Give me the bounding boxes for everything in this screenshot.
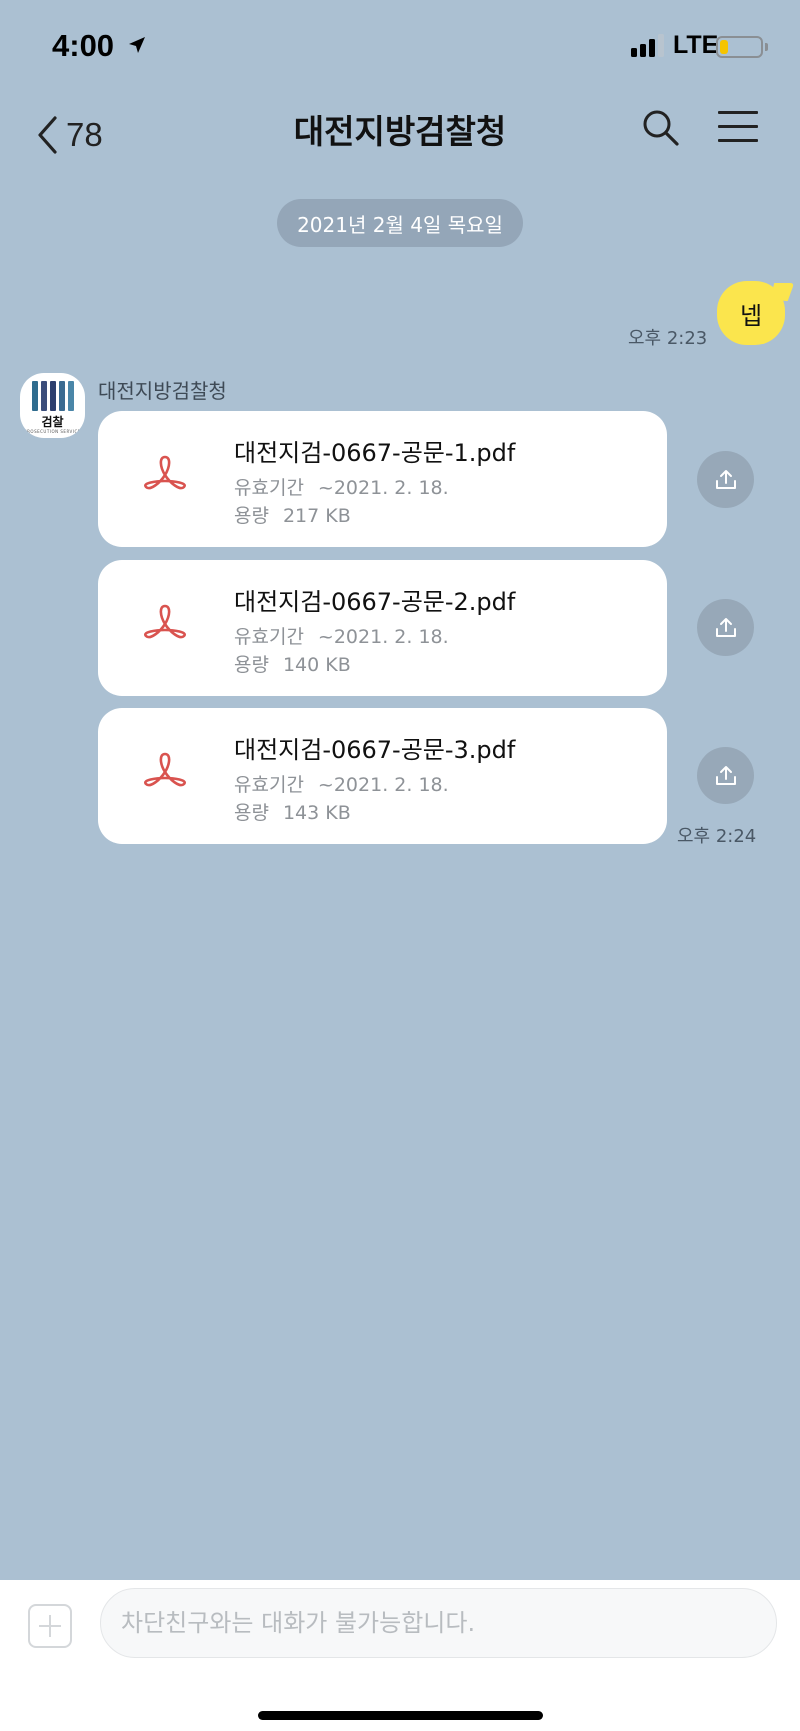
file-expiry: 유효기간 ~2021. 2. 18. — [234, 473, 449, 500]
avatar-logo-text: 검찰 — [41, 415, 64, 429]
message-text: 넵 — [739, 301, 763, 330]
share-icon — [715, 765, 736, 785]
file-size: 용량 217 KB — [234, 501, 351, 528]
size-value: 143 KB — [282, 802, 351, 824]
file-bubble[interactable]: 대전지검-0667-공문-2.pdf 유효기간 ~2021. 2. 18. 용량 1… — [98, 560, 667, 696]
logo-bar — [59, 381, 65, 411]
size-value: 217 KB — [282, 505, 351, 527]
search-icon[interactable] — [642, 109, 680, 147]
size-label: 용량 — [234, 654, 269, 676]
logo-bar — [68, 381, 74, 411]
file-bubble[interactable]: 대전지검-0667-공문-3.pdf 유효기간 ~2021. 2. 18. 용량 1… — [98, 708, 667, 844]
logo-bar — [32, 381, 38, 411]
file-size: 용량 140 KB — [234, 650, 351, 677]
message-time: 오후 2:24 — [677, 826, 757, 847]
message-time: 오후 2:23 — [628, 328, 708, 349]
plus-icon[interactable] — [28, 1604, 72, 1648]
home-indicator — [258, 1711, 543, 1720]
battery-icon — [716, 36, 763, 58]
message-input[interactable] — [100, 1588, 777, 1658]
chat-header: 78 대전지방검찰청 — [0, 95, 800, 175]
signal-icon — [631, 33, 667, 57]
file-name: 대전지검-0667-공문-1.pdf — [234, 439, 516, 467]
logo-bar — [50, 381, 56, 411]
share-button[interactable] — [697, 747, 754, 804]
logo-bar — [41, 381, 47, 411]
expiry-value: ~2021. 2. 18. — [317, 774, 449, 796]
expiry-value: ~2021. 2. 18. — [317, 477, 449, 499]
pdf-icon — [143, 604, 187, 639]
chat-title: 대전지방검찰청 — [293, 112, 507, 151]
status-bar: 4:00 LTE — [0, 0, 800, 95]
input-bar — [0, 1580, 800, 1731]
size-label: 용량 — [234, 802, 269, 824]
size-label: 용량 — [234, 505, 269, 527]
location-arrow-icon — [129, 37, 145, 53]
sender-name: 대전지방검찰청 — [98, 379, 227, 403]
file-bubble[interactable]: 대전지검-0667-공문-1.pdf 유효기간 ~2021. 2. 18. 용량 2… — [98, 411, 667, 547]
file-size: 용량 143 KB — [234, 798, 351, 825]
share-icon — [715, 617, 736, 637]
status-time: 4:00 — [52, 28, 115, 63]
prosecution-logo — [32, 381, 74, 411]
expiry-label: 유효기간 — [234, 626, 304, 648]
expiry-value: ~2021. 2. 18. — [317, 626, 449, 648]
expiry-label: 유효기간 — [234, 477, 304, 499]
share-button[interactable] — [697, 451, 754, 508]
file-expiry: 유효기간 ~2021. 2. 18. — [234, 770, 449, 797]
avatar-logo-subtext: PROSECUTION SERVICE — [24, 429, 81, 434]
expiry-label: 유효기간 — [234, 774, 304, 796]
pdf-icon — [143, 752, 187, 787]
file-name: 대전지검-0667-공문-2.pdf — [234, 588, 516, 616]
size-value: 140 KB — [282, 654, 351, 676]
network-type: LTE — [673, 31, 719, 59]
menu-icon[interactable] — [718, 111, 758, 153]
date-divider: 2021년 2월 4일 목요일 — [277, 199, 523, 247]
share-icon — [715, 469, 736, 489]
file-name: 대전지검-0667-공문-3.pdf — [234, 736, 516, 764]
pdf-icon — [143, 455, 187, 490]
share-button[interactable] — [697, 599, 754, 656]
file-expiry: 유효기간 ~2021. 2. 18. — [234, 622, 449, 649]
battery-fill — [720, 40, 728, 54]
avatar[interactable]: 검찰 PROSECUTION SERVICE — [20, 373, 85, 438]
battery-tip — [765, 43, 768, 51]
my-message-bubble[interactable]: 넵 — [717, 281, 785, 345]
